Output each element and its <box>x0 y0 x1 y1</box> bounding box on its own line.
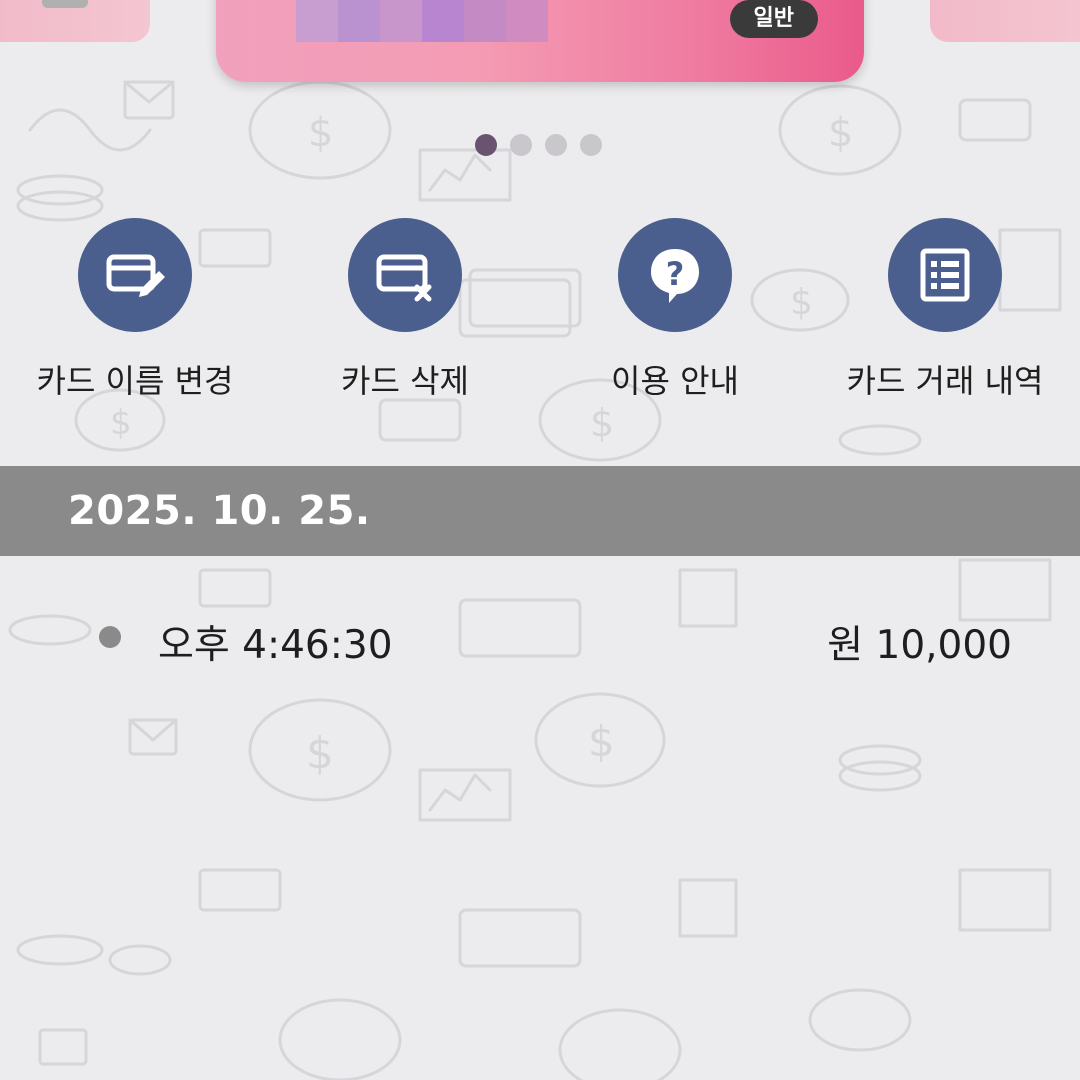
transaction-history-button[interactable]: 카드 거래 내역 <box>815 218 1075 402</box>
svg-text:?: ? <box>666 255 685 293</box>
transaction-history-circle <box>888 218 1002 332</box>
card-stripe <box>506 0 548 42</box>
carousel-page-indicator <box>475 134 602 156</box>
carousel-dot[interactable] <box>475 134 497 156</box>
card-stripe <box>422 0 464 42</box>
list-document-icon <box>920 248 970 302</box>
card-actions: 카드 이름 변경 카드 삭제 ? 이용 안내 카드 거래 내역 <box>0 218 1080 408</box>
carousel-dot[interactable] <box>580 134 602 156</box>
usage-guide-button[interactable]: ? 이용 안내 <box>545 218 805 402</box>
usage-guide-circle: ? <box>618 218 732 332</box>
transaction-amount: 원 10,000 <box>827 623 1012 668</box>
bullet-icon <box>99 626 121 648</box>
usage-guide-label: 이용 안내 <box>611 362 739 400</box>
rename-card-circle <box>78 218 192 332</box>
card-stripe <box>296 0 338 42</box>
transaction-date: 2025. 10. 25. <box>68 488 371 534</box>
delete-card-button[interactable]: 카드 삭제 <box>275 218 535 402</box>
card-stub <box>42 0 88 8</box>
card-stripe-art <box>296 0 548 42</box>
svg-text:$: $ <box>588 717 615 766</box>
question-bubble-icon: ? <box>651 249 699 303</box>
transaction-time: 오후 4:46:30 <box>158 623 393 668</box>
card-carousel[interactable]: 일반 <box>0 0 1080 170</box>
next-card[interactable] <box>930 0 1080 42</box>
card-stripe <box>338 0 380 42</box>
svg-text:$: $ <box>306 728 334 779</box>
card-stripe <box>380 0 422 42</box>
current-card[interactable]: 일반 <box>216 0 864 82</box>
carousel-dot[interactable] <box>545 134 567 156</box>
rename-card-button[interactable]: 카드 이름 변경 <box>5 218 265 402</box>
card-stripe <box>464 0 506 42</box>
date-header: 2025. 10. 25. <box>0 466 1080 556</box>
card-delete-icon <box>376 254 432 302</box>
carousel-dot[interactable] <box>510 134 532 156</box>
card-edit-icon <box>106 254 165 297</box>
delete-card-circle <box>348 218 462 332</box>
delete-card-label: 카드 삭제 <box>341 362 469 400</box>
card-type-badge: 일반 <box>729 0 818 38</box>
transaction-row[interactable]: 오후 4:46:30 원 10,000 <box>0 600 1080 676</box>
transaction-history-label: 카드 거래 내역 <box>846 362 1044 400</box>
svg-text:$: $ <box>110 403 132 443</box>
previous-card[interactable] <box>0 0 150 42</box>
rename-card-label: 카드 이름 변경 <box>36 362 234 400</box>
